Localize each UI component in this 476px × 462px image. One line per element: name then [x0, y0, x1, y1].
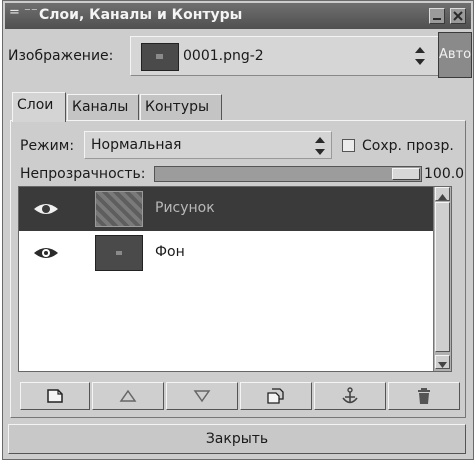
- scroll-down-icon[interactable]: [435, 355, 450, 369]
- anchor-layer-button[interactable]: [314, 382, 386, 410]
- mode-label: Режим:: [20, 138, 75, 154]
- layers-scrollbar[interactable]: [433, 187, 451, 371]
- layer-name: Фон: [155, 244, 185, 260]
- opacity-value: 100.0: [424, 166, 465, 182]
- lower-layer-icon: [193, 390, 211, 403]
- new-layer-button[interactable]: [20, 382, 90, 410]
- anchor-icon: [342, 387, 358, 404]
- window-title: Слои, Каналы и Контуры: [39, 7, 243, 23]
- layers-list: Рисунок Фон: [18, 186, 452, 372]
- image-label: Изображение:: [8, 48, 114, 64]
- image-selector-row: Изображение: 0001.png-2 Авто: [4, 32, 472, 80]
- mode-spinner-icon: [315, 137, 325, 155]
- mode-value: Нормальная: [91, 137, 182, 153]
- close-window-icon[interactable]: [450, 8, 466, 24]
- auto-button[interactable]: Авто: [438, 32, 472, 78]
- close-button[interactable]: Закрыть: [8, 424, 466, 454]
- raise-layer-icon: [119, 389, 137, 402]
- image-select[interactable]: 0001.png-2: [130, 36, 446, 76]
- mode-select[interactable]: Нормальная: [84, 131, 332, 159]
- tab-channels[interactable]: Каналы: [67, 94, 139, 120]
- scroll-thumb[interactable]: [435, 202, 450, 352]
- tab-layers[interactable]: Слои: [12, 92, 66, 122]
- keep-transparency-label: Сохр. прозр.: [362, 138, 454, 154]
- new-layer-icon: [47, 389, 63, 403]
- opacity-slider-handle[interactable]: [392, 168, 420, 180]
- raise-layer-button[interactable]: [92, 382, 164, 410]
- trash-icon: [418, 388, 430, 404]
- layer-thumbnail: [95, 235, 143, 271]
- layer-name: Рисунок: [155, 200, 215, 216]
- spinner-arrows-icon[interactable]: [413, 45, 427, 67]
- opacity-slider[interactable]: [154, 166, 422, 182]
- delete-layer-button[interactable]: [388, 382, 460, 410]
- minimize-icon[interactable]: [429, 8, 445, 24]
- window-menu-icon[interactable]: = ⁻⁻: [9, 5, 38, 20]
- tab-paths[interactable]: Контуры: [140, 94, 222, 120]
- lower-layer-button[interactable]: [166, 382, 238, 410]
- eye-icon[interactable]: [33, 245, 59, 261]
- layer-row-risunok[interactable]: Рисунок: [19, 187, 433, 231]
- duplicate-layer-button[interactable]: [240, 382, 312, 410]
- layer-row-fon[interactable]: Фон: [19, 231, 433, 275]
- duplicate-layer-icon: [267, 388, 284, 404]
- image-thumbnail: [141, 43, 179, 71]
- eye-icon[interactable]: [33, 201, 59, 217]
- keep-transparency-checkbox[interactable]: [342, 139, 355, 152]
- opacity-label: Непрозрачность:: [20, 166, 146, 182]
- title-bar[interactable]: = ⁻⁻ Слои, Каналы и Контуры: [5, 3, 471, 29]
- scroll-up-icon[interactable]: [435, 187, 450, 201]
- image-name: 0001.png-2: [183, 48, 264, 64]
- layer-thumbnail: [95, 191, 143, 227]
